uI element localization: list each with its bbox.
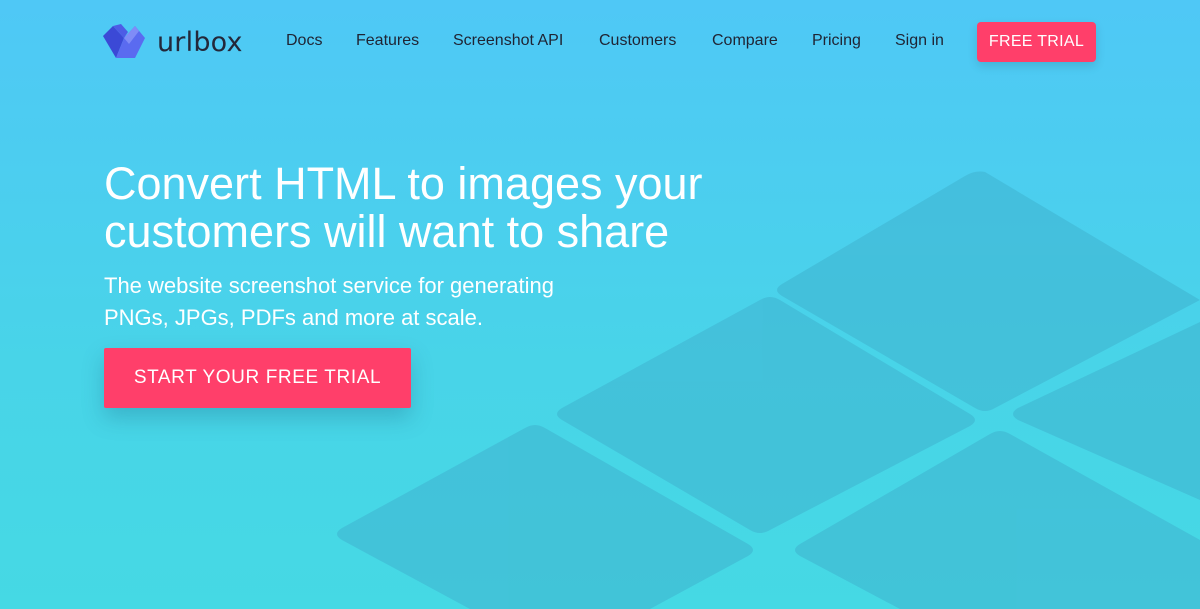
nav-link-compare[interactable]: Compare: [712, 32, 778, 50]
brand-name: urlbox: [157, 26, 243, 58]
hero-title: Convert HTML to images your customers wi…: [104, 160, 804, 256]
start-free-trial-button[interactable]: START YOUR FREE TRIAL: [104, 348, 411, 408]
nav-link-pricing[interactable]: Pricing: [812, 32, 861, 50]
nav-link-features[interactable]: Features: [356, 32, 419, 50]
hero-subtitle-line-2: PNGs, JPGs, PDFs and more at scale.: [104, 305, 484, 330]
nav-link-customers[interactable]: Customers: [599, 32, 676, 50]
brand-logo[interactable]: urlbox: [103, 24, 243, 60]
nav-link-screenshot-api[interactable]: Screenshot API: [453, 32, 563, 50]
nav-link-sign-in[interactable]: Sign in: [895, 32, 944, 50]
hero-title-line-2: customers will want to share: [104, 206, 670, 257]
landing-page: urlbox Docs Features Screenshot API Cust…: [0, 0, 1200, 609]
hero-subtitle-line-1: The website screenshot service for gener…: [104, 273, 555, 298]
top-navigation: urlbox Docs Features Screenshot API Cust…: [0, 0, 1200, 84]
free-trial-button[interactable]: FREE TRIAL: [977, 22, 1096, 62]
hero-title-line-1: Convert HTML to images your: [104, 158, 703, 209]
hero-subtitle: The website screenshot service for gener…: [104, 270, 644, 334]
nav-link-docs[interactable]: Docs: [286, 32, 322, 50]
urlbox-logo-icon: [103, 24, 145, 58]
